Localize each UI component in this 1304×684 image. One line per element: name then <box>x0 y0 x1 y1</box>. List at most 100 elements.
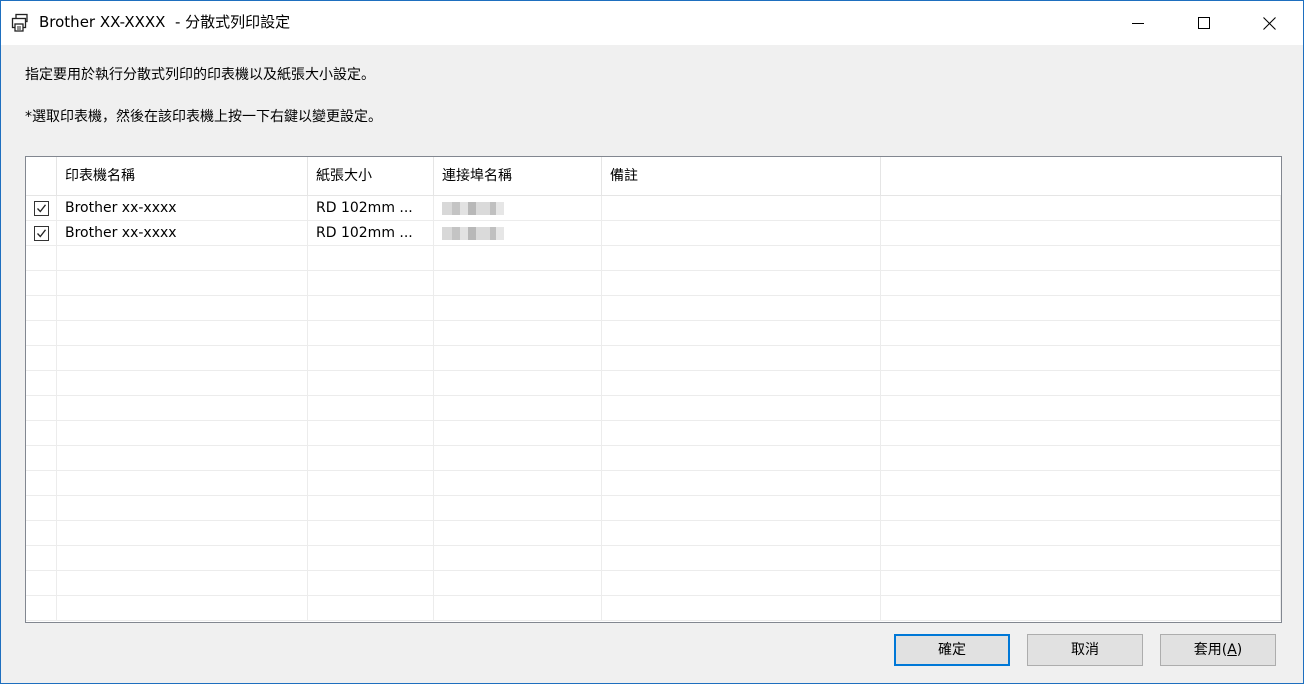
ok-button[interactable]: 確定 <box>894 634 1010 666</box>
empty-grid-row <box>26 546 1281 571</box>
row-checkbox[interactable] <box>34 226 49 241</box>
empty-cell <box>881 521 1281 546</box>
close-button[interactable] <box>1246 1 1292 45</box>
empty-cell <box>881 271 1281 296</box>
empty-cell <box>602 396 881 421</box>
empty-cell <box>308 471 434 496</box>
empty-cell <box>434 521 602 546</box>
empty-cell <box>26 446 57 471</box>
empty-cell <box>57 271 308 296</box>
empty-cell <box>434 271 602 296</box>
minimize-icon <box>1132 17 1144 29</box>
empty-cell <box>881 246 1281 271</box>
empty-cell <box>602 271 881 296</box>
apply-button[interactable]: 套用(A) <box>1160 634 1276 666</box>
column-header-filler <box>881 157 1281 196</box>
table-body: Brother xx-xxxx RD 102mm ... Brother xx-… <box>26 196 1281 621</box>
empty-cell <box>26 546 57 571</box>
table-row[interactable]: Brother xx-xxxx RD 102mm ... <box>26 221 1281 246</box>
empty-cell <box>434 296 602 321</box>
printer-icon <box>10 13 30 33</box>
empty-cell <box>57 396 308 421</box>
empty-cell <box>308 296 434 321</box>
empty-cell <box>881 496 1281 521</box>
empty-cell <box>308 396 434 421</box>
empty-cell <box>434 346 602 371</box>
empty-cell <box>57 546 308 571</box>
empty-cell <box>26 471 57 496</box>
printer-list-table[interactable]: 印表機名稱 紙張大小 連接埠名稱 備註 Brother xx-xxxx RD 1… <box>25 156 1282 623</box>
empty-grid-row <box>26 396 1281 421</box>
column-header-printer-name[interactable]: 印表機名稱 <box>57 157 308 196</box>
paper-size-cell: RD 102mm ... <box>308 196 434 221</box>
empty-cell <box>26 346 57 371</box>
empty-cell <box>57 321 308 346</box>
column-header-check[interactable] <box>26 157 57 196</box>
printer-name-cell: Brother xx-xxxx <box>57 221 308 246</box>
empty-cell <box>57 296 308 321</box>
empty-grid-row <box>26 521 1281 546</box>
empty-cell <box>308 246 434 271</box>
empty-cell <box>57 471 308 496</box>
checkmark-icon <box>37 229 47 238</box>
row-checkbox[interactable] <box>34 201 49 216</box>
empty-cell <box>881 371 1281 396</box>
check-cell[interactable] <box>26 221 57 246</box>
empty-cell <box>26 296 57 321</box>
empty-cell <box>308 521 434 546</box>
empty-cell <box>57 521 308 546</box>
empty-grid-row <box>26 421 1281 446</box>
empty-cell <box>26 246 57 271</box>
empty-cell <box>57 421 308 446</box>
empty-cell <box>26 271 57 296</box>
distributed-print-settings-window: Brother XX-XXXX - 分散式列印設定 指定要用於執行分散式列印的印… <box>0 0 1304 684</box>
notes-cell <box>602 196 881 221</box>
empty-cell <box>434 471 602 496</box>
empty-cell <box>881 396 1281 421</box>
empty-cell <box>57 246 308 271</box>
title-bar[interactable]: Brother XX-XXXX - 分散式列印設定 <box>1 1 1303 45</box>
empty-cell <box>881 421 1281 446</box>
empty-cell <box>26 396 57 421</box>
check-cell[interactable] <box>26 196 57 221</box>
table-header: 印表機名稱 紙張大小 連接埠名稱 備註 <box>26 157 1281 196</box>
empty-cell <box>881 321 1281 346</box>
empty-cell <box>602 246 881 271</box>
apply-label-suffix: ) <box>1236 642 1243 658</box>
minimize-button[interactable] <box>1115 1 1161 45</box>
empty-grid-row <box>26 321 1281 346</box>
empty-cell <box>308 346 434 371</box>
empty-cell <box>434 396 602 421</box>
empty-cell <box>434 246 602 271</box>
empty-cell <box>602 496 881 521</box>
empty-cell <box>434 496 602 521</box>
empty-cell <box>308 321 434 346</box>
empty-grid-row <box>26 471 1281 496</box>
empty-cell <box>26 496 57 521</box>
empty-cell <box>26 421 57 446</box>
empty-grid-row <box>26 596 1281 621</box>
empty-grid-row <box>26 496 1281 521</box>
empty-cell <box>308 421 434 446</box>
table-row[interactable]: Brother xx-xxxx RD 102mm ... <box>26 196 1281 221</box>
empty-cell <box>881 471 1281 496</box>
empty-cell <box>308 496 434 521</box>
column-header-port-name[interactable]: 連接埠名稱 <box>434 157 602 196</box>
empty-cell <box>26 371 57 396</box>
empty-cell <box>57 496 308 521</box>
filler-cell <box>881 221 1281 246</box>
maximize-button[interactable] <box>1181 1 1227 45</box>
empty-cell <box>308 446 434 471</box>
empty-grid-row <box>26 571 1281 596</box>
apply-mnemonic: A <box>1227 642 1237 658</box>
cancel-button[interactable]: 取消 <box>1027 634 1143 666</box>
empty-cell <box>57 346 308 371</box>
empty-cell <box>434 546 602 571</box>
empty-cell <box>434 571 602 596</box>
empty-cell <box>308 596 434 621</box>
filler-cell <box>881 196 1281 221</box>
column-header-paper-size[interactable]: 紙張大小 <box>308 157 434 196</box>
empty-cell <box>602 296 881 321</box>
column-header-notes[interactable]: 備註 <box>602 157 881 196</box>
empty-cell <box>308 571 434 596</box>
